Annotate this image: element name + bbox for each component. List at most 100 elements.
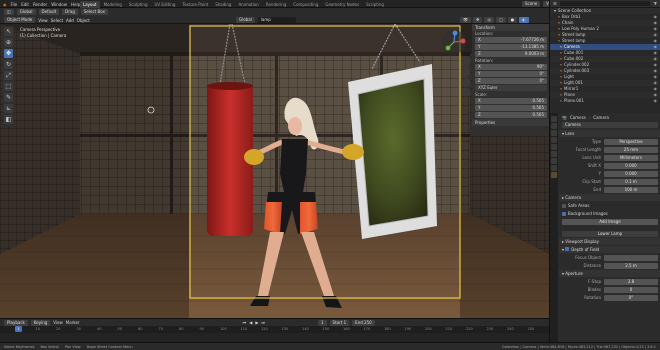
object-tab-icon[interactable] bbox=[551, 158, 557, 164]
constraints-tab-icon[interactable] bbox=[551, 165, 557, 171]
rotation-x-field[interactable]: X 90° bbox=[475, 64, 547, 70]
shading-rendered-icon[interactable]: ◐ bbox=[519, 17, 529, 23]
rotate-tool-icon[interactable]: ↻ bbox=[4, 60, 13, 69]
outliner-search-input[interactable] bbox=[559, 1, 651, 6]
lens-section-header[interactable]: ▾ Lens bbox=[559, 130, 660, 137]
navigation-gizmo[interactable] bbox=[441, 29, 467, 55]
tool-tab-icon[interactable] bbox=[551, 116, 557, 122]
tab-layout[interactable]: Layout bbox=[80, 0, 100, 8]
timeline-ruler[interactable]: 1 0 10 20 30 40 50 60 70 80 90 100 110 120 130 140 150 1… bbox=[0, 326, 549, 333]
blender-logo-icon[interactable]: ◉ bbox=[3, 2, 7, 7]
object-name-field[interactable]: Camera bbox=[570, 115, 586, 120]
add-menu[interactable]: Add bbox=[66, 18, 74, 23]
timeline-marker-menu[interactable]: Marker bbox=[66, 320, 80, 325]
move-tool-icon[interactable]: ✥ bbox=[4, 49, 13, 58]
clip-end-field[interactable]: 100 m bbox=[604, 186, 658, 193]
outliner-editor-icon[interactable]: ☰ bbox=[553, 1, 557, 6]
tab-scripting[interactable]: Scripting bbox=[363, 1, 387, 8]
world-tab-icon[interactable] bbox=[551, 151, 557, 157]
menu-help[interactable]: Help bbox=[71, 2, 80, 7]
filter-icon[interactable]: ⧩ bbox=[653, 1, 657, 6]
gizmo-icon[interactable]: ✥ bbox=[473, 17, 483, 23]
menu-render[interactable]: Render bbox=[33, 2, 47, 7]
visibility-icon[interactable]: 👁 bbox=[460, 17, 472, 23]
camera-data-tab-icon[interactable] bbox=[551, 172, 557, 178]
scale-x-field[interactable]: X 0.565 bbox=[475, 98, 547, 104]
search-field[interactable]: lamp bbox=[257, 17, 296, 23]
select-box-dropdown[interactable]: Select Box bbox=[80, 9, 108, 15]
focal-length-field[interactable]: 25 mm bbox=[604, 146, 658, 153]
editor-type-button[interactable]: ◫ bbox=[4, 9, 14, 15]
location-x-field[interactable]: X -7.67726 m bbox=[475, 37, 547, 43]
render-tab-icon[interactable] bbox=[551, 123, 557, 129]
timeline-view-menu[interactable]: View bbox=[53, 320, 63, 325]
add-cube-tool-icon[interactable]: ◧ bbox=[4, 115, 13, 124]
shading-solid-icon[interactable]: ● bbox=[507, 17, 518, 23]
transform-orientation-dropdown[interactable]: Global bbox=[236, 17, 255, 23]
camera-section-header[interactable]: ▸ Camera bbox=[559, 194, 660, 201]
fstop-field[interactable]: 2.8 bbox=[604, 278, 658, 285]
current-frame-field[interactable]: 1 bbox=[318, 319, 327, 326]
select-tool-icon[interactable]: ↖ bbox=[4, 27, 13, 36]
tab-shading[interactable]: Shading bbox=[212, 1, 234, 8]
measure-tool-icon[interactable]: ⊾ bbox=[4, 104, 13, 113]
menu-window[interactable]: Window bbox=[51, 2, 67, 7]
tab-geometry-nodes[interactable]: Geometry Nodes bbox=[322, 1, 362, 8]
zoom-icon[interactable] bbox=[462, 58, 470, 66]
aperture-section-header[interactable]: ▾ Aperture bbox=[559, 270, 660, 277]
annotate-tool-icon[interactable]: ✎ bbox=[4, 93, 13, 102]
jump-end-icon[interactable]: ⏭ bbox=[261, 320, 265, 325]
clip-start-field[interactable]: 0.1 m bbox=[604, 178, 658, 185]
tab-uv-editing[interactable]: UV Editing bbox=[152, 1, 179, 8]
object-menu[interactable]: Object bbox=[77, 18, 90, 23]
visibility-toggle-icon[interactable]: ◉ bbox=[654, 98, 660, 104]
pivot-dropdown[interactable]: Default bbox=[38, 9, 60, 15]
safe-areas-checkbox[interactable] bbox=[562, 203, 566, 208]
play-reverse-icon[interactable]: ◀ bbox=[249, 320, 252, 325]
focus-distance-field[interactable]: 2.5 m bbox=[604, 262, 658, 269]
view-menu[interactable]: View bbox=[38, 18, 48, 23]
transform-tool-icon[interactable]: ⬚ bbox=[4, 82, 13, 91]
scale-tool-icon[interactable]: ⤢ bbox=[4, 71, 13, 80]
outliner-item[interactable]: ▿ Plane.001 ◉ bbox=[550, 98, 660, 104]
shift-x-field[interactable]: 0.000 bbox=[604, 162, 658, 169]
tab-rendering[interactable]: Rendering bbox=[263, 1, 289, 8]
end-frame-field[interactable]: End 250 bbox=[352, 319, 375, 326]
rotation-field[interactable]: 0° bbox=[604, 294, 658, 301]
xray-icon[interactable]: ▢ bbox=[495, 17, 506, 23]
shift-y-field[interactable]: 0.000 bbox=[604, 170, 658, 177]
background-images-checkbox[interactable] bbox=[562, 211, 566, 216]
camera-datablock-field[interactable]: Camera bbox=[562, 121, 658, 128]
pan-icon[interactable] bbox=[462, 68, 470, 76]
keying-menu[interactable]: Keying bbox=[30, 319, 51, 326]
orientation-dropdown[interactable]: Global bbox=[16, 9, 36, 15]
cursor-tool-icon[interactable]: ⊕ bbox=[4, 38, 13, 47]
start-frame-field[interactable]: Start 1 bbox=[329, 319, 350, 326]
scene-tab-icon[interactable] bbox=[551, 144, 557, 150]
dof-section-header[interactable]: ▾ Depth of Field bbox=[559, 246, 660, 253]
tab-modeling[interactable]: Modeling bbox=[101, 1, 125, 8]
layer-field[interactable]: Lower Lamp bbox=[562, 230, 658, 237]
location-z-field[interactable]: Z 9.0003 m bbox=[475, 51, 547, 57]
playback-menu[interactable]: Playback bbox=[4, 319, 28, 326]
tab-animation[interactable]: Animation bbox=[235, 1, 261, 8]
data-name-field[interactable]: Camera bbox=[593, 115, 609, 120]
dof-checkbox[interactable] bbox=[565, 247, 570, 251]
camera-view-icon[interactable] bbox=[462, 78, 470, 86]
blades-field[interactable]: 0 bbox=[604, 286, 658, 293]
tab-texture-paint[interactable]: Texture Paint bbox=[179, 1, 211, 8]
menu-edit[interactable]: Edit bbox=[21, 2, 29, 7]
focus-object-field[interactable] bbox=[604, 254, 658, 261]
tab-sculpting[interactable]: Sculpting bbox=[126, 1, 151, 8]
add-image-button[interactable]: Add Image bbox=[562, 218, 658, 225]
transform-section-header[interactable]: Transform bbox=[472, 24, 549, 31]
menu-file[interactable]: File bbox=[11, 2, 18, 7]
mode-dropdown[interactable]: Object Mode bbox=[4, 17, 36, 23]
scale-z-field[interactable]: Z 0.565 bbox=[475, 112, 547, 118]
properties-section-header[interactable]: Properties bbox=[472, 119, 549, 126]
jump-start-icon[interactable]: ⏮ bbox=[243, 320, 247, 325]
safe-areas-row[interactable]: Safe Areas bbox=[559, 202, 660, 209]
background-images-row[interactable]: Background Images bbox=[559, 210, 660, 217]
output-tab-icon[interactable] bbox=[551, 130, 557, 136]
view-layer-tab-icon[interactable] bbox=[551, 137, 557, 143]
